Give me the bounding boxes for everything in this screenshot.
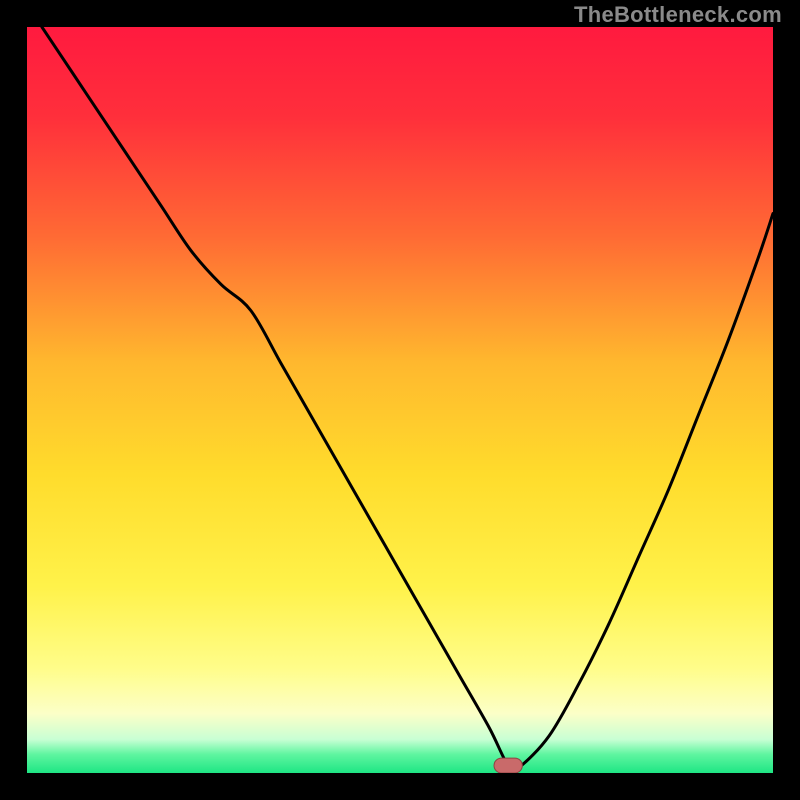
bottleneck-plot <box>27 27 773 773</box>
plot-background <box>27 27 773 773</box>
chart-container: TheBottleneck.com <box>0 0 800 800</box>
optimal-point-marker <box>494 758 522 773</box>
watermark-text: TheBottleneck.com <box>574 2 782 28</box>
